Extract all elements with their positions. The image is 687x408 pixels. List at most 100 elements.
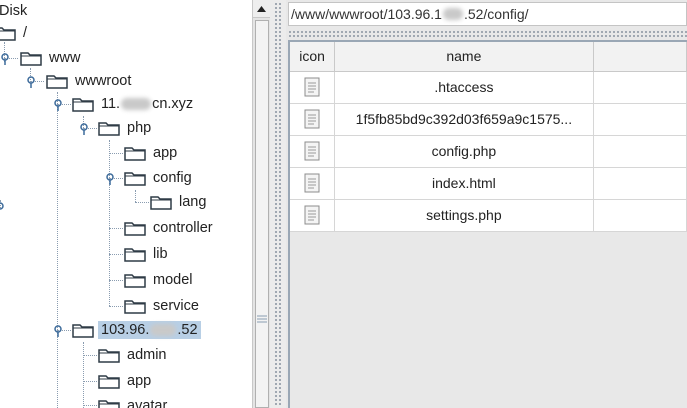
expanded-handle-icon[interactable] xyxy=(52,98,64,112)
tree-node-root[interactable]: / xyxy=(0,22,30,44)
folder-icon xyxy=(0,27,16,41)
tree-guide xyxy=(57,92,58,408)
folder-icon xyxy=(98,375,120,389)
folder-icon xyxy=(124,147,146,161)
expanded-handle-icon[interactable] xyxy=(0,52,11,66)
table-row[interactable]: config.php xyxy=(290,135,687,168)
path-field[interactable]: /www/wwwroot/103.96.1 .52/config/ xyxy=(288,2,687,26)
tree-node-lang[interactable]: lang xyxy=(150,191,209,213)
tree-node-label: model xyxy=(153,272,193,288)
tree-guide xyxy=(83,355,97,356)
tree-node-label: lang xyxy=(179,194,207,210)
tree-node-label: avatar xyxy=(127,398,168,408)
file-name: 1f5fb85bd9c392d03f659a9c1575... xyxy=(334,103,594,136)
file-icon xyxy=(304,141,320,161)
tree-guide xyxy=(109,153,123,154)
tree-guide xyxy=(109,280,123,281)
tree-node-label: 103.96. .52 xyxy=(98,321,201,339)
tree-node-www[interactable]: www xyxy=(20,47,83,69)
folder-icon xyxy=(20,52,42,66)
tree-node-label: admin xyxy=(127,347,167,363)
scroll-up-arrow-icon xyxy=(257,5,266,12)
tree-node-wwwroot[interactable]: wwwroot xyxy=(46,70,134,92)
table-row[interactable]: 1f5fb85bd9c392d03f659a9c1575... xyxy=(290,103,687,136)
file-icon-cell xyxy=(290,199,336,232)
tree-node-admin[interactable]: admin xyxy=(98,344,170,366)
file-icon-cell xyxy=(290,103,336,136)
tree-node-site-2[interactable]: 103.96. .52 xyxy=(72,319,201,341)
tree-node-site-1[interactable]: 11. cn.xyz xyxy=(72,93,196,115)
file-name: index.html xyxy=(334,167,594,200)
collapsed-handle-icon[interactable] xyxy=(0,198,6,212)
file-icon xyxy=(304,77,320,97)
column-header-icon[interactable]: icon xyxy=(290,42,336,72)
file-icon-cell xyxy=(290,167,336,200)
tree-node-lib[interactable]: lib xyxy=(124,243,171,265)
folder-icon xyxy=(72,324,94,338)
tree-node-label: app xyxy=(127,373,152,389)
file-extra-cell xyxy=(593,135,687,168)
file-icon xyxy=(304,109,320,129)
expanded-handle-icon[interactable] xyxy=(104,172,116,186)
file-extra-cell xyxy=(593,167,687,200)
file-icon-cell xyxy=(290,135,336,168)
tree-node-label: www xyxy=(49,50,81,66)
tree-node-label: / xyxy=(23,25,28,41)
scrollbar-thumb[interactable] xyxy=(255,20,269,408)
horizontal-splitter-grip[interactable] xyxy=(288,30,687,38)
tree-node-app-2[interactable]: app xyxy=(98,370,154,392)
path-text: .52/config/ xyxy=(463,6,529,22)
expanded-handle-icon[interactable] xyxy=(25,75,37,89)
tree-guide xyxy=(83,405,97,406)
expanded-handle-icon[interactable] xyxy=(52,324,64,338)
folder-icon xyxy=(124,300,146,314)
tree-node-config[interactable]: config xyxy=(124,167,195,189)
tree-vertical-scrollbar[interactable] xyxy=(252,0,270,408)
table-row[interactable]: index.html xyxy=(290,167,687,200)
redaction-blur xyxy=(442,8,463,20)
expanded-handle-icon[interactable] xyxy=(78,122,90,136)
folder-icon xyxy=(124,222,146,236)
tree-node-controller[interactable]: controller xyxy=(124,217,216,239)
file-list-pane: /www/wwwroot/103.96.1 .52/config/ icon na… xyxy=(286,0,687,408)
file-icon xyxy=(304,205,320,225)
folder-icon xyxy=(124,274,146,288)
directory-tree[interactable]: Disk / www wwwroot 11. cn.xyz php app con… xyxy=(0,0,252,408)
splitter-grip xyxy=(274,2,282,406)
folder-icon xyxy=(72,98,94,112)
tree-guide xyxy=(135,202,149,203)
scroll-up-button[interactable] xyxy=(253,0,270,18)
folder-icon xyxy=(98,349,120,363)
file-table-container: icon name .htaccess 1f5fb85bd9c392d03f65… xyxy=(288,40,687,408)
tree-node-php[interactable]: php xyxy=(98,117,154,139)
tree-guide xyxy=(83,342,84,408)
tree-node-label: config xyxy=(153,170,192,186)
folder-icon xyxy=(98,122,120,136)
folder-icon xyxy=(150,196,172,210)
folder-icon xyxy=(124,172,146,186)
tree-node-app[interactable]: app xyxy=(124,142,180,164)
scrollbar-grip-icon xyxy=(257,315,267,323)
tree-node-service[interactable]: service xyxy=(124,295,202,317)
redaction-blur xyxy=(121,98,152,111)
pane-splitter[interactable] xyxy=(270,0,286,408)
file-icon-cell xyxy=(290,71,336,104)
file-extra-cell xyxy=(593,71,687,104)
column-header-name[interactable]: name xyxy=(334,42,594,72)
column-header-extra[interactable] xyxy=(593,42,687,72)
tree-node-avatar[interactable]: avatar xyxy=(98,395,170,408)
tree-node-disk[interactable]: Disk xyxy=(0,0,30,22)
tree-guide xyxy=(109,306,123,307)
tree-node-label: lib xyxy=(153,246,168,262)
table-row[interactable]: .htaccess xyxy=(290,71,687,104)
path-text: /www/wwwroot/103.96.1 xyxy=(291,6,442,22)
tree-node-label: controller xyxy=(153,220,213,236)
tree-node-label: Disk xyxy=(0,3,28,19)
folder-icon xyxy=(124,248,146,262)
tree-guide xyxy=(109,228,123,229)
folder-icon xyxy=(98,400,120,408)
tree-node-model[interactable]: model xyxy=(124,269,196,291)
tree-guide xyxy=(109,254,123,255)
folder-icon xyxy=(46,75,68,89)
table-row[interactable]: settings.php xyxy=(290,199,687,232)
